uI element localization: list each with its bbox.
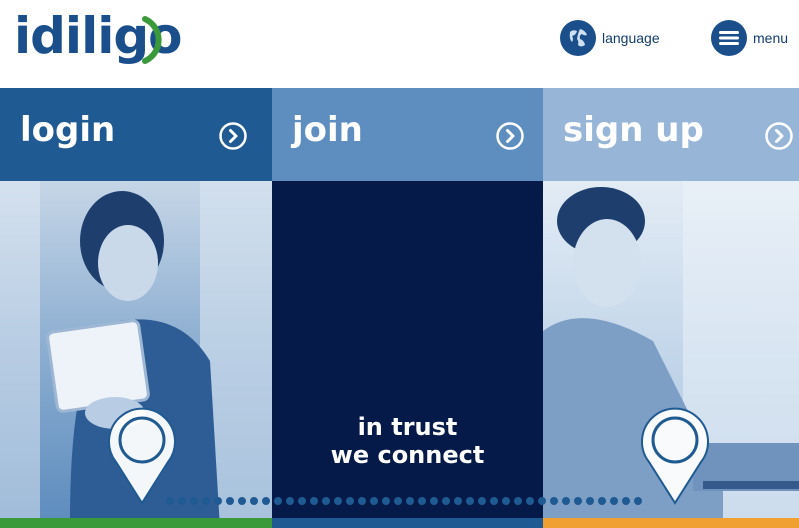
chevron-circle-right-icon[interactable] <box>495 121 525 151</box>
signup-panel[interactable]: sign up <box>543 88 799 528</box>
join-header[interactable]: join <box>272 88 543 181</box>
join-title: join <box>292 110 363 150</box>
signup-header[interactable]: sign up <box>543 88 799 181</box>
logo-arc-icon <box>142 16 162 64</box>
login-accent-bar <box>0 518 272 528</box>
login-panel[interactable]: login <box>0 88 272 528</box>
join-tagline-area: in trust we connect <box>272 181 543 528</box>
globe-icon <box>560 20 596 56</box>
join-accent-bar <box>272 518 543 528</box>
hamburger-icon <box>711 20 747 56</box>
menu-button[interactable]: menu <box>711 20 788 56</box>
woman-illustration <box>0 181 272 528</box>
signup-accent-bar <box>543 518 799 528</box>
site-header: idiligo language menu <box>0 0 799 88</box>
chevron-circle-right-icon[interactable] <box>764 121 794 151</box>
chevron-circle-right-icon[interactable] <box>218 121 248 151</box>
menu-label: menu <box>753 30 789 46</box>
login-header[interactable]: login <box>0 88 272 181</box>
login-title: login <box>20 110 116 150</box>
language-selector[interactable]: language <box>560 20 660 56</box>
language-label: language <box>602 30 660 46</box>
tagline-line1: in trust <box>357 413 458 441</box>
login-photo-woman-with-tablet <box>0 181 272 528</box>
signup-title: sign up <box>563 110 704 150</box>
man-illustration <box>543 181 799 528</box>
join-panel[interactable]: join in trust we connect <box>272 88 543 528</box>
signup-photo-man-at-laptop <box>543 181 799 528</box>
tagline-line2: we connect <box>330 441 485 469</box>
